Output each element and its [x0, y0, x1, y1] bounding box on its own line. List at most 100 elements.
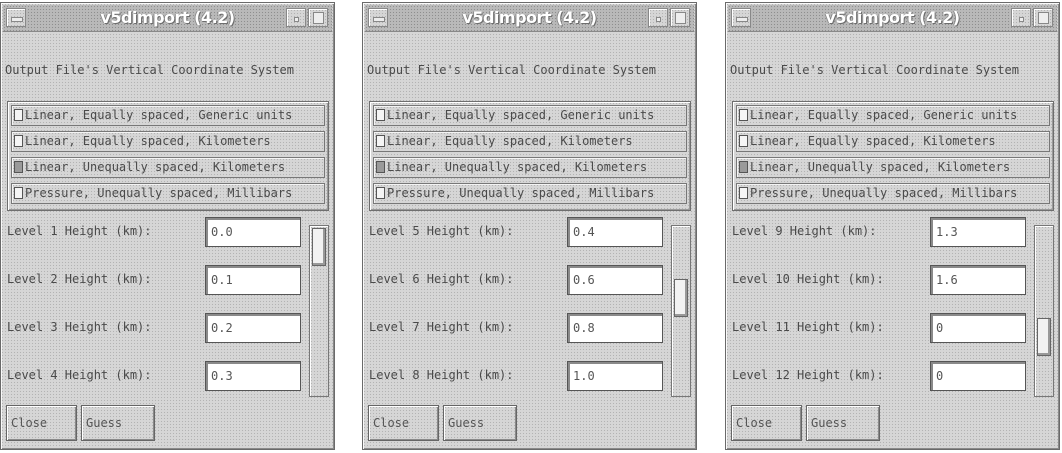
level-height-label: Level 4 Height (km):: [7, 368, 152, 382]
level-height-label: Level 7 Height (km):: [369, 320, 514, 334]
levels-scrollbar[interactable]: [1034, 225, 1054, 397]
window-menu-icon: [736, 17, 748, 22]
coordinate-option-label: Linear, Unequally spaced, Kilometers: [750, 160, 1011, 174]
coordinate-system-heading: Output File's Vertical Coordinate System: [367, 63, 656, 77]
coordinate-option[interactable]: Pressure, Unequally spaced, Millibars: [11, 183, 325, 204]
level-height-input[interactable]: 0: [930, 313, 1026, 343]
radio-indicator-icon[interactable]: [14, 109, 23, 121]
level-height-input[interactable]: 1.6: [930, 265, 1026, 295]
coordinate-option[interactable]: Linear, Unequally spaced, Kilometers: [11, 157, 325, 178]
scrollbar-thumb[interactable]: [674, 279, 688, 317]
coordinate-option[interactable]: Linear, Unequally spaced, Kilometers: [373, 157, 687, 178]
window-title: v5dimport (4.2): [100, 8, 235, 27]
radio-indicator-icon[interactable]: [739, 187, 748, 199]
window-menu-icon: [373, 17, 385, 22]
guess-button[interactable]: Guess: [806, 405, 880, 441]
title-bar[interactable]: v5dimport (4.2): [3, 5, 332, 32]
level-height-input[interactable]: 0: [930, 361, 1026, 391]
level-height-label: Level 1 Height (km):: [7, 224, 152, 238]
maximize-icon: [675, 12, 686, 24]
coordinate-option-label: Linear, Unequally spaced, Kilometers: [387, 160, 648, 174]
radio-indicator-icon[interactable]: [14, 135, 23, 147]
level-height-input[interactable]: 1.0: [567, 361, 663, 391]
level-height-label: Level 3 Height (km):: [7, 320, 152, 334]
minimize-icon: [294, 17, 299, 22]
close-button[interactable]: Close: [6, 405, 77, 441]
coordinate-system-heading: Output File's Vertical Coordinate System: [730, 63, 1019, 77]
radio-indicator-icon[interactable]: [739, 109, 748, 121]
radio-indicator-icon[interactable]: [376, 109, 385, 121]
window-menu-button[interactable]: [731, 8, 751, 27]
maximize-icon: [313, 12, 324, 24]
coordinate-option[interactable]: Pressure, Unequally spaced, Millibars: [736, 183, 1050, 204]
radio-indicator-icon[interactable]: [739, 161, 748, 173]
radio-indicator-icon[interactable]: [376, 135, 385, 147]
coordinate-option[interactable]: Linear, Equally spaced, Kilometers: [736, 131, 1050, 152]
radio-indicator-icon[interactable]: [14, 187, 23, 199]
minimize-icon: [656, 17, 661, 22]
window-menu-icon: [11, 17, 23, 22]
levels-scrollbar[interactable]: [309, 225, 329, 397]
minimize-icon: [1019, 17, 1024, 22]
radio-indicator-icon[interactable]: [376, 161, 385, 173]
maximize-icon: [1038, 12, 1049, 24]
coordinate-option-label: Linear, Equally spaced, Kilometers: [25, 134, 271, 148]
coordinate-option[interactable]: Linear, Equally spaced, Generic units: [373, 105, 687, 126]
coordinate-system-radio-group: Linear, Equally spaced, Generic units Lin…: [732, 101, 1054, 211]
minimize-button[interactable]: [286, 8, 306, 27]
level-height-input[interactable]: 0.6: [567, 265, 663, 295]
v5dimport-window: v5dimport (4.2) Output File's Vertical Co…: [725, 2, 1060, 450]
window-title: v5dimport (4.2): [825, 8, 960, 27]
level-height-input[interactable]: 0.2: [205, 313, 301, 343]
window-menu-button[interactable]: [6, 8, 26, 27]
level-height-label: Level 5 Height (km):: [369, 224, 514, 238]
level-height-label: Level 12 Height (km):: [732, 368, 884, 382]
window-menu-button[interactable]: [368, 8, 388, 27]
maximize-button[interactable]: [670, 8, 690, 27]
coordinate-system-heading: Output File's Vertical Coordinate System: [5, 63, 294, 77]
coordinate-option-label: Linear, Equally spaced, Generic units: [387, 108, 655, 122]
coordinate-option[interactable]: Linear, Unequally spaced, Kilometers: [736, 157, 1050, 178]
title-bar[interactable]: v5dimport (4.2): [365, 5, 694, 32]
close-button[interactable]: Close: [731, 405, 802, 441]
level-height-label: Level 9 Height (km):: [732, 224, 877, 238]
level-height-input[interactable]: 0.1: [205, 265, 301, 295]
level-height-label: Level 11 Height (km):: [732, 320, 884, 334]
coordinate-option[interactable]: Linear, Equally spaced, Generic units: [11, 105, 325, 126]
level-height-input[interactable]: 0.8: [567, 313, 663, 343]
scrollbar-thumb[interactable]: [312, 228, 326, 266]
scrollbar-thumb[interactable]: [1037, 318, 1051, 356]
coordinate-option[interactable]: Linear, Equally spaced, Generic units: [736, 105, 1050, 126]
coordinate-option-label: Linear, Equally spaced, Generic units: [25, 108, 293, 122]
minimize-button[interactable]: [648, 8, 668, 27]
coordinate-option-label: Linear, Equally spaced, Generic units: [750, 108, 1018, 122]
window-title: v5dimport (4.2): [462, 8, 597, 27]
radio-indicator-icon[interactable]: [14, 161, 23, 173]
coordinate-option[interactable]: Pressure, Unequally spaced, Millibars: [373, 183, 687, 204]
coordinate-system-radio-group: Linear, Equally spaced, Generic units Lin…: [369, 101, 691, 211]
coordinate-option-label: Pressure, Unequally spaced, Millibars: [750, 186, 1018, 200]
coordinate-option[interactable]: Linear, Equally spaced, Kilometers: [373, 131, 687, 152]
title-bar[interactable]: v5dimport (4.2): [728, 5, 1057, 32]
radio-indicator-icon[interactable]: [376, 187, 385, 199]
coordinate-option-label: Pressure, Unequally spaced, Millibars: [25, 186, 293, 200]
v5dimport-window: v5dimport (4.2) Output File's Vertical Co…: [0, 2, 335, 450]
level-height-label: Level 10 Height (km):: [732, 272, 884, 286]
coordinate-option-label: Linear, Equally spaced, Kilometers: [750, 134, 996, 148]
level-height-input[interactable]: 1.3: [930, 217, 1026, 247]
maximize-button[interactable]: [308, 8, 328, 27]
guess-button[interactable]: Guess: [81, 405, 155, 441]
level-height-input[interactable]: 0.3: [205, 361, 301, 391]
coordinate-option-label: Pressure, Unequally spaced, Millibars: [387, 186, 655, 200]
level-height-input[interactable]: 0.4: [567, 217, 663, 247]
level-height-label: Level 6 Height (km):: [369, 272, 514, 286]
coordinate-option[interactable]: Linear, Equally spaced, Kilometers: [11, 131, 325, 152]
minimize-button[interactable]: [1011, 8, 1031, 27]
close-button[interactable]: Close: [368, 405, 439, 441]
level-height-input[interactable]: 0.0: [205, 217, 301, 247]
radio-indicator-icon[interactable]: [739, 135, 748, 147]
guess-button[interactable]: Guess: [443, 405, 517, 441]
maximize-button[interactable]: [1033, 8, 1053, 27]
levels-scrollbar[interactable]: [671, 225, 691, 397]
coordinate-option-label: Linear, Equally spaced, Kilometers: [387, 134, 633, 148]
